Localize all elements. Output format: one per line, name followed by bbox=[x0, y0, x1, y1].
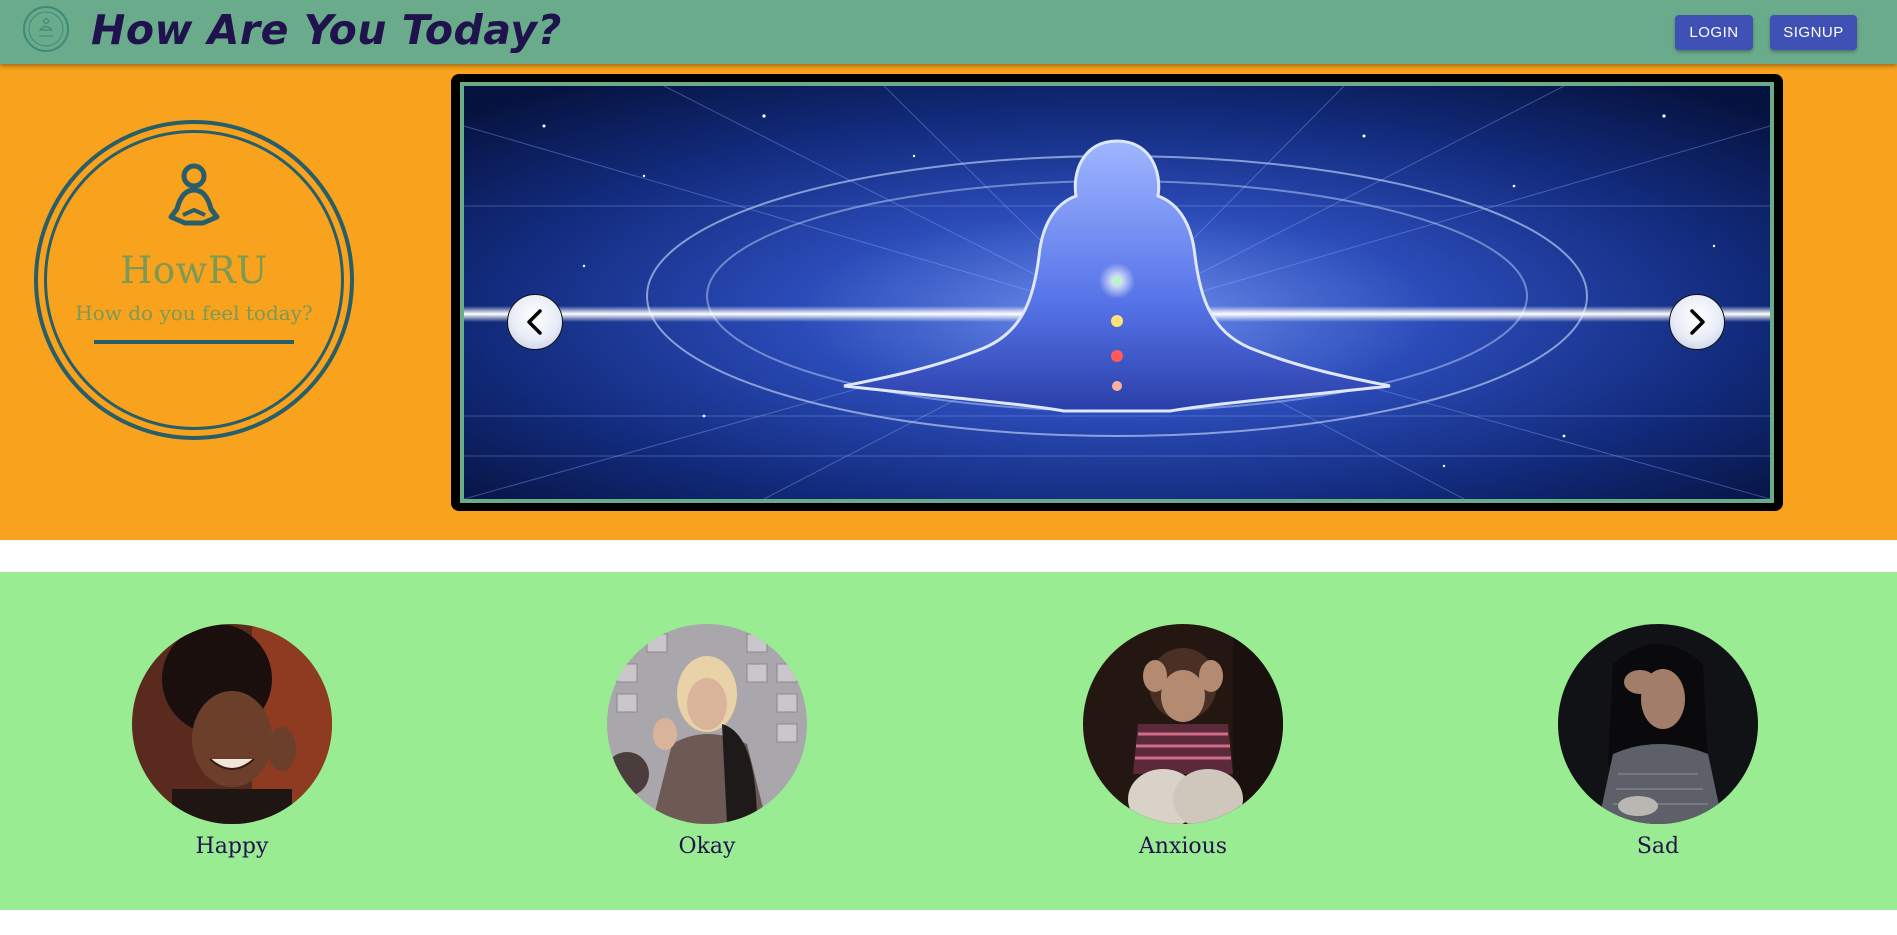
mood-photo-anxious[interactable] bbox=[1083, 624, 1283, 824]
brand-name: HowRU bbox=[120, 249, 268, 292]
mood-label-happy: Happy bbox=[195, 834, 269, 859]
chevron-left-icon bbox=[527, 309, 542, 335]
top-navbar: How Are You Today? LOGIN SIGNUP bbox=[0, 0, 1897, 64]
meditation-icon bbox=[168, 163, 220, 226]
mood-selection-section: Happy Okay Anxious Sad bbox=[0, 572, 1897, 910]
mood-photo-okay[interactable] bbox=[607, 624, 807, 824]
chevron-right-icon bbox=[1690, 309, 1705, 335]
login-button[interactable]: LOGIN bbox=[1675, 15, 1753, 50]
image-carousel bbox=[451, 74, 1783, 511]
carousel-next-button[interactable] bbox=[1669, 294, 1725, 350]
mood-label-anxious: Anxious bbox=[1138, 834, 1228, 859]
brand-underline bbox=[94, 340, 294, 344]
mood-label-sad: Sad bbox=[1636, 834, 1680, 859]
mood-label-okay: Okay bbox=[678, 834, 736, 859]
site-title: How Are You Today? bbox=[91, 6, 562, 54]
brand-tagline: How do you feel today? bbox=[75, 301, 313, 325]
mood-card-sad[interactable]: Sad bbox=[1558, 624, 1758, 859]
mood-photo-happy[interactable] bbox=[132, 624, 332, 824]
mood-card-happy[interactable]: Happy bbox=[132, 624, 332, 859]
mood-card-okay[interactable]: Okay bbox=[607, 624, 807, 859]
signup-button[interactable]: SIGNUP bbox=[1770, 15, 1857, 50]
mood-card-anxious[interactable]: Anxious bbox=[1083, 624, 1283, 859]
meditation-chakra-image bbox=[464, 86, 1770, 499]
mood-photo-sad[interactable] bbox=[1558, 624, 1758, 824]
logo-icon[interactable] bbox=[23, 6, 69, 52]
carousel-prev-button[interactable] bbox=[507, 294, 563, 350]
